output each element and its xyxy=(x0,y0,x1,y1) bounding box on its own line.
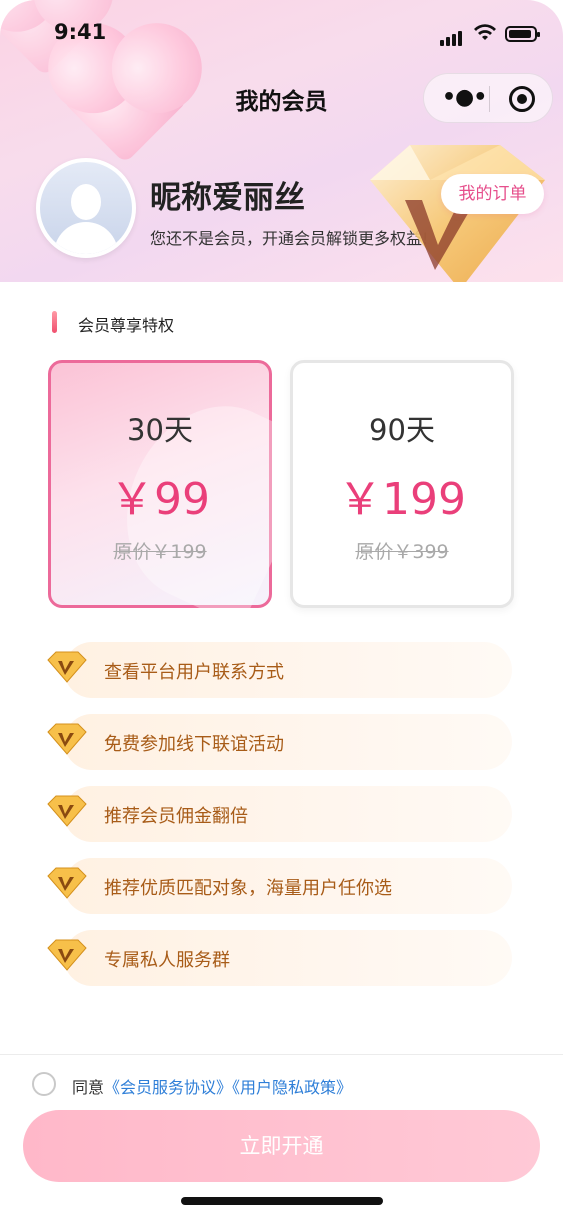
benefit-item: 推荐会员佣金翻倍 xyxy=(46,786,512,842)
benefit-item: 专属私人服务群 xyxy=(46,930,512,986)
activate-button[interactable]: 立即开通 xyxy=(23,1110,540,1182)
vip-badge-icon xyxy=(47,795,87,827)
mini-program-capsule: •●• xyxy=(423,73,553,123)
privacy-policy-link[interactable]: 《用户隐私政策》 xyxy=(232,1078,352,1097)
benefit-item: 免费参加线下联谊活动 xyxy=(46,714,512,770)
my-orders-button[interactable]: 我的订单 xyxy=(441,174,544,214)
section-title: 会员尊享特权 xyxy=(78,316,175,335)
more-icon[interactable]: •●• xyxy=(442,85,487,110)
status-bar: 9:41 xyxy=(0,18,563,52)
phone-screen: 9:41 我的会员 •●• 昵称爱丽丝 您还不是会员，开通会员解锁更多权益! 我… xyxy=(0,0,563,1218)
nickname: 昵称爱丽丝 xyxy=(150,180,305,216)
benefit-label: 专属私人服务群 xyxy=(104,950,230,971)
vip-badge-icon xyxy=(47,939,87,971)
vip-badge-icon xyxy=(47,651,87,683)
agreement-prefix: 同意 xyxy=(72,1078,105,1097)
plan-original-price: 原价￥199 xyxy=(113,541,207,563)
vip-badge-icon xyxy=(47,723,87,755)
agreement-text: 同意《会员服务协议》《用户隐私政策》 xyxy=(72,1074,352,1098)
service-agreement-link[interactable]: 《会员服务协议》 xyxy=(104,1078,232,1097)
signal-icon xyxy=(440,27,464,46)
avatar-head xyxy=(71,184,101,220)
plan-original-price: 原价￥399 xyxy=(355,541,449,563)
plan-duration: 30天 xyxy=(127,413,193,447)
plan-card-90-days[interactable]: 90天 ￥199 原价￥399 xyxy=(290,360,514,608)
benefit-label: 推荐会员佣金翻倍 xyxy=(104,806,248,827)
plan-price: ￥199 xyxy=(338,474,466,525)
section-accent-bar xyxy=(52,311,57,333)
benefit-label: 查看平台用户联系方式 xyxy=(104,662,284,683)
benefit-item: 推荐优质匹配对象，海量用户任你选 xyxy=(46,858,512,914)
close-target-icon[interactable] xyxy=(509,86,535,112)
plan-duration: 90天 xyxy=(369,413,435,447)
agreement-checkbox[interactable] xyxy=(32,1072,56,1096)
plan-card-30-days[interactable]: 30天 ￥99 原价￥199 xyxy=(48,360,326,628)
footer-divider xyxy=(0,1054,563,1055)
member-hero: 9:41 我的会员 •●• 昵称爱丽丝 您还不是会员，开通会员解锁更多权益! 我… xyxy=(0,0,563,282)
status-time: 9:41 xyxy=(54,20,107,44)
vip-badge-icon xyxy=(47,867,87,899)
battery-icon xyxy=(505,26,540,42)
benefit-label: 推荐优质匹配对象，海量用户任你选 xyxy=(104,878,392,899)
benefit-item: 查看平台用户联系方式 xyxy=(46,642,512,698)
plan-price: ￥99 xyxy=(110,474,210,525)
avatar-body xyxy=(54,222,118,254)
wifi-icon xyxy=(474,24,496,40)
home-indicator xyxy=(181,1197,383,1205)
benefit-label: 免费参加线下联谊活动 xyxy=(104,734,284,755)
avatar[interactable] xyxy=(36,158,136,258)
capsule-divider xyxy=(489,86,490,112)
